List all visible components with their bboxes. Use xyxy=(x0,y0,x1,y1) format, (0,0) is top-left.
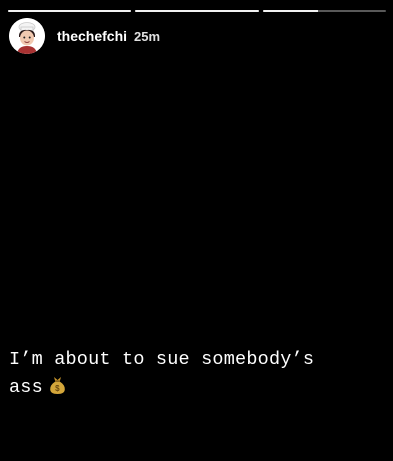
username[interactable]: thechefchi xyxy=(57,28,127,44)
cartoon-chef-avatar-icon xyxy=(9,18,45,54)
story-viewer[interactable]: thechefchi 25m I’m about to sue somebody… xyxy=(0,0,393,461)
progress-segment xyxy=(262,10,386,12)
svg-text:$: $ xyxy=(55,384,60,393)
progress-segment xyxy=(135,10,259,12)
progress-segment xyxy=(8,10,132,12)
post-time: 25m xyxy=(134,28,161,44)
avatar[interactable] xyxy=(9,18,45,54)
story-progress-bar xyxy=(8,10,386,12)
story-caption: I’m about to sue somebody’s ass $ xyxy=(9,346,385,405)
caption-line: I’m about to sue somebody’s xyxy=(9,349,315,370)
progress-fill xyxy=(135,10,259,12)
caption-line-2: ass $ xyxy=(9,374,385,405)
caption-line-text: ass xyxy=(9,377,43,398)
progress-fill xyxy=(8,10,132,12)
money-bag-icon: $ xyxy=(49,375,66,405)
progress-fill xyxy=(262,10,319,12)
story-header: thechefchi 25m xyxy=(9,17,160,55)
